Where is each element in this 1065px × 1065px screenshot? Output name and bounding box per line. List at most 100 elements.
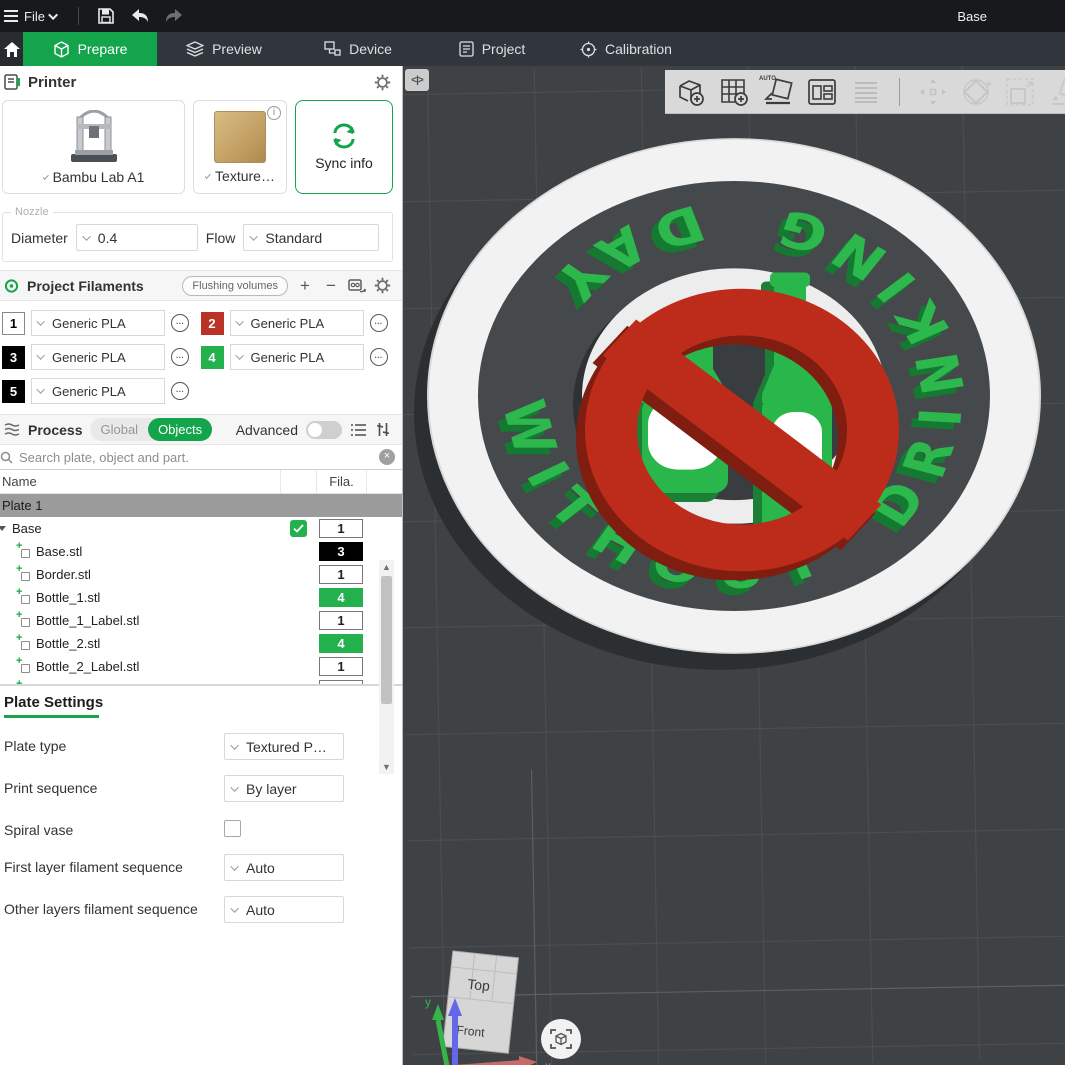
scrollbar-thumb[interactable] [381,576,392,704]
scope-global-button[interactable]: Global [90,422,148,437]
first-layer-sequence-label: First layer filament sequence [4,854,224,876]
redo-button[interactable] [157,0,191,32]
filament-4-select[interactable]: Generic PLA [230,344,364,370]
tree-row-part[interactable]: + Bottle_2_Label.stl 1 [0,655,403,678]
clear-search-icon[interactable]: × [379,449,395,465]
chevron-down-icon [36,351,44,359]
spiral-vase-checkbox[interactable] [224,820,241,837]
viewport-3d[interactable]: <|> AUTO [403,66,1065,1065]
tab-preview[interactable]: Preview [157,32,291,66]
tree-row-part[interactable]: + Bottle_1_Label.stl 1 [0,609,403,632]
gizmo-front-label[interactable]: Front [456,1023,486,1040]
filament-1-select[interactable]: Generic PLA [31,310,165,336]
part-fila-badge[interactable]: 4 [319,588,363,607]
hamburger-icon [4,7,18,25]
scroll-up-icon[interactable]: ▲ [379,560,394,574]
expand-caret-icon[interactable] [0,526,6,531]
cube-icon [53,41,70,58]
tab-preview-label: Preview [212,41,262,57]
tree-scrollbar[interactable]: ▲ ▼ [379,560,394,774]
filament-4-badge[interactable]: 4 [201,346,224,369]
filament-1-more-button[interactable]: ··· [171,314,189,332]
tree-row-part[interactable]: + Inner Circle.stl 1 [0,678,403,684]
info-icon[interactable]: i [267,106,281,120]
tab-project[interactable]: Project [425,32,559,66]
remove-filament-button[interactable]: − [322,277,340,295]
part-fila-badge[interactable]: 1 [319,657,363,676]
tune-icon[interactable] [375,422,391,437]
model-badge[interactable]: WITHOUT DRINKING DAY WITHOUT DRINKING DA… [403,66,1065,1065]
advanced-toggle[interactable] [306,421,342,439]
tree-row-object[interactable]: Base 1 [0,517,403,540]
object-checkbox[interactable] [290,520,307,537]
main-tab-bar: Prepare Preview Device Project Calibrati… [0,32,1065,66]
flow-value: Standard [265,230,322,246]
tab-calibration[interactable]: Calibration [559,32,693,66]
tree-row-part[interactable]: + Bottle_2.stl 4 [0,632,403,655]
tree-row-part[interactable]: + Bottle_1.stl 4 [0,586,403,609]
part-fila-badge[interactable]: 1 [319,565,363,584]
axis-x-label: x [545,1059,551,1065]
part-fila-badge[interactable]: 3 [319,542,363,561]
file-menu[interactable]: File [0,0,68,32]
filament-settings-gear-icon[interactable] [374,277,391,294]
save-button[interactable] [89,0,123,32]
build-plate-card[interactable]: i Texture… [193,100,287,194]
tab-calibration-label: Calibration [605,41,672,57]
gizmo-top-label[interactable]: Top [467,976,491,994]
printer-select[interactable]: Bambu Lab A1 [43,169,145,185]
tab-prepare[interactable]: Prepare [23,32,157,66]
redo-icon [164,8,184,24]
filament-2-badge[interactable]: 2 [201,312,224,335]
filament-5-more-button[interactable]: ··· [171,382,189,400]
chevron-down-icon [36,317,44,325]
chevron-down-icon [43,171,49,179]
filament-2-more-button[interactable]: ··· [370,314,388,332]
tree-row-part[interactable]: + Border.stl 1 [0,563,403,586]
object-fila-badge[interactable]: 1 [319,519,363,538]
printer-card[interactable]: Bambu Lab A1 [2,100,185,194]
tree-row-plate[interactable]: Plate 1 [0,494,403,517]
filament-3-badge[interactable]: 3 [2,346,25,369]
first-layer-sequence-select[interactable]: Auto [224,854,344,881]
search-input[interactable] [19,450,373,465]
list-view-icon[interactable] [350,423,367,437]
spiral-vase-label: Spiral vase [4,817,224,839]
undo-button[interactable] [123,0,157,32]
sync-info-button[interactable]: Sync info [295,100,393,194]
filament-5-select[interactable]: Generic PLA [31,378,165,404]
flow-select[interactable]: Standard [243,224,379,251]
printer-settings-gear-icon[interactable] [374,74,391,91]
filament-4-more-button[interactable]: ··· [370,348,388,366]
filament-1-name: Generic PLA [52,316,126,331]
filament-2-select[interactable]: Generic PLA [230,310,364,336]
plate-type-select[interactable]: Textured P… [224,733,344,760]
viewcube-button[interactable] [541,1019,581,1059]
part-fila-badge[interactable]: 1 [319,680,363,684]
part-fila-badge[interactable]: 4 [319,634,363,653]
chevron-down-icon [230,741,238,749]
filament-3-more-button[interactable]: ··· [171,348,189,366]
tree-row-part[interactable]: + Base.stl 3 [0,540,403,563]
tab-prepare-label: Prepare [78,41,128,57]
tab-device[interactable]: Device [291,32,425,66]
part-name: Bottle_1.stl [36,590,100,605]
flushing-volumes-button[interactable]: Flushing volumes [182,276,288,296]
plate-select[interactable]: Texture… [205,168,275,184]
scope-objects-button[interactable]: Objects [148,418,212,441]
add-filament-button[interactable]: + [296,277,314,295]
home-button[interactable] [0,32,23,66]
print-sequence-select[interactable]: By layer [224,775,344,802]
filament-1-badge[interactable]: 1 [2,312,25,335]
calibration-icon [580,41,597,58]
column-fila: Fila. [316,470,366,493]
filament-list: 1 Generic PLA ··· 2 Generic PLA ··· [0,301,403,414]
scroll-down-icon[interactable]: ▼ [379,760,394,774]
other-layers-sequence-select[interactable]: Auto [224,896,344,923]
ams-icon[interactable] [348,278,366,294]
file-menu-label: File [24,9,45,24]
filament-3-select[interactable]: Generic PLA [31,344,165,370]
part-fila-badge[interactable]: 1 [319,611,363,630]
filament-5-badge[interactable]: 5 [2,380,25,403]
nozzle-diameter-select[interactable]: 0.4 [76,224,198,251]
